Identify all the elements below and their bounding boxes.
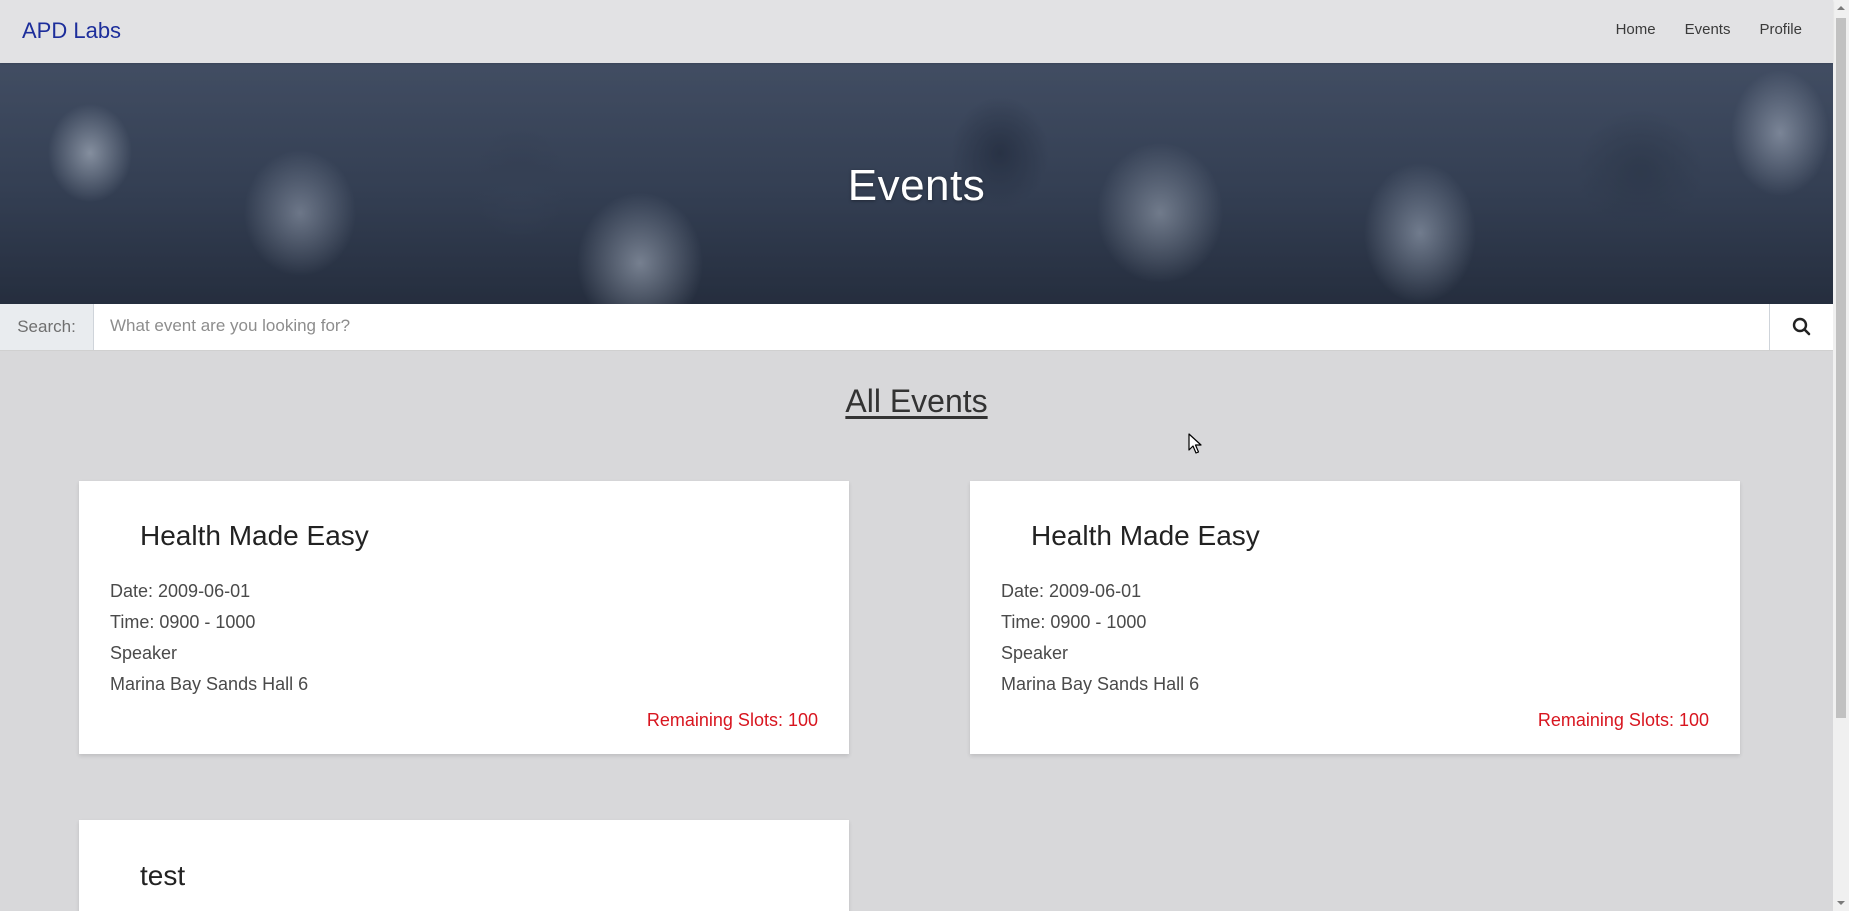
- navbar: APD Labs Home Events Profile: [0, 0, 1833, 63]
- event-venue: Marina Bay Sands Hall 6: [110, 674, 309, 694]
- event-card[interactable]: Health Made Easy Date: 2009-06-01 Time: …: [970, 481, 1740, 754]
- section-title: All Events: [845, 383, 988, 419]
- hero-banner: Events: [0, 63, 1833, 304]
- search-label: Search:: [0, 304, 94, 350]
- hero-title: Events: [847, 161, 986, 210]
- event-card[interactable]: test: [79, 820, 849, 911]
- nav-links: Home Events Profile: [1587, 21, 1802, 38]
- mouse-cursor-icon: [1188, 433, 1202, 454]
- scrollbar-thumb[interactable]: [1836, 18, 1846, 718]
- event-speaker: Speaker: [110, 643, 178, 663]
- nav-link-profile[interactable]: Profile: [1759, 21, 1802, 38]
- scroll-up-button[interactable]: [1833, 0, 1849, 16]
- event-title: test: [140, 860, 186, 891]
- event-time: Time: 0900 - 1000: [1001, 612, 1147, 632]
- event-venue: Marina Bay Sands Hall 6: [1001, 674, 1200, 694]
- search-button[interactable]: [1769, 304, 1834, 350]
- event-time: Time: 0900 - 1000: [110, 612, 256, 632]
- event-remaining-slots: Remaining Slots: 100: [646, 710, 818, 730]
- event-date: Date: 2009-06-01: [1001, 581, 1142, 601]
- event-speaker: Speaker: [1001, 643, 1069, 663]
- event-remaining-slots: Remaining Slots: 100: [1537, 710, 1709, 730]
- event-date: Date: 2009-06-01: [110, 581, 251, 601]
- event-title: Health Made Easy: [1031, 520, 1260, 551]
- search-icon: [1792, 317, 1811, 336]
- scroll-down-button[interactable]: [1833, 895, 1849, 911]
- brand-link[interactable]: APD Labs: [22, 18, 121, 44]
- scroll-up-arrow-icon: [1837, 6, 1845, 10]
- events-page: APD Labs Home Events Profile Events Sear…: [0, 0, 1849, 911]
- scrollbar[interactable]: [1833, 0, 1849, 911]
- event-title: Health Made Easy: [140, 520, 369, 551]
- nav-link-events[interactable]: Events: [1685, 21, 1731, 38]
- search-bar: Search:: [0, 304, 1834, 351]
- event-card[interactable]: Health Made Easy Date: 2009-06-01 Time: …: [79, 481, 849, 754]
- search-input[interactable]: [95, 304, 1767, 348]
- nav-link-home[interactable]: Home: [1616, 21, 1656, 38]
- scroll-down-arrow-icon: [1837, 901, 1845, 905]
